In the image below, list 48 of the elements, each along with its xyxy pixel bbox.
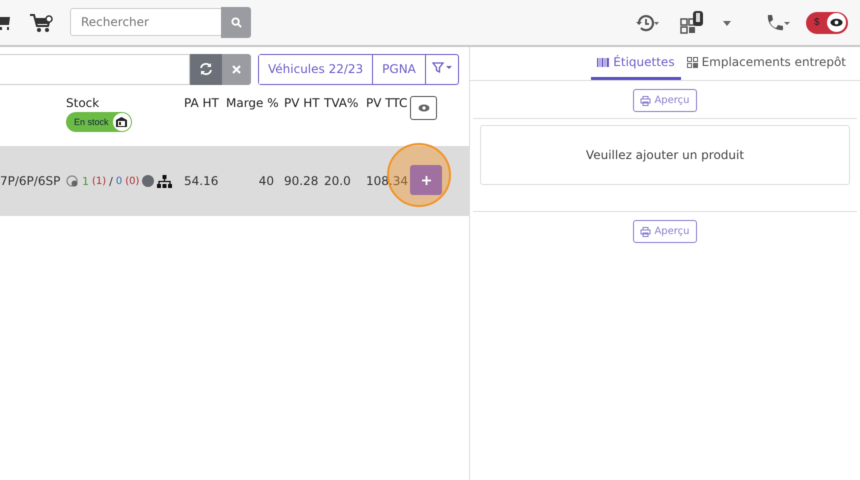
preview-button[interactable]: Aperçu bbox=[633, 89, 697, 112]
incoming-count: 0 bbox=[116, 176, 122, 186]
table-cell-text: 90.28 bbox=[284, 174, 320, 188]
column-header: PV TTC bbox=[366, 96, 408, 110]
close-icon bbox=[232, 64, 241, 74]
cart-icon[interactable] bbox=[30, 12, 54, 32]
funnel-icon bbox=[432, 62, 452, 73]
reserved-count: (1) bbox=[92, 176, 106, 186]
refresh-button[interactable] bbox=[190, 54, 222, 84]
reserved-count: (0) bbox=[125, 176, 140, 186]
price-toggle[interactable]: $ bbox=[806, 12, 848, 34]
table-cell-text: 54.16 bbox=[184, 174, 220, 188]
eye-icon bbox=[418, 104, 430, 112]
table-cell-text: 40 bbox=[258, 174, 275, 188]
printer-icon bbox=[640, 96, 652, 106]
barcode-icon bbox=[597, 58, 610, 66]
tab[interactable]: Étiquettes bbox=[591, 47, 681, 80]
search-field[interactable]: Rechercher bbox=[70, 8, 222, 36]
available-count: 1 bbox=[82, 174, 89, 188]
preview-button[interactable]: Aperçu bbox=[633, 220, 697, 243]
column-header: TVA% bbox=[324, 96, 360, 110]
refresh-icon bbox=[199, 62, 213, 76]
filter-field[interactable] bbox=[0, 54, 190, 84]
table-cell-text: 20.0 bbox=[324, 174, 352, 188]
history-icon[interactable] bbox=[634, 12, 660, 32]
separator: / bbox=[109, 174, 113, 188]
search-button[interactable] bbox=[221, 6, 251, 38]
column-header: Stock bbox=[66, 96, 100, 110]
qr-icon bbox=[686, 56, 698, 68]
column-header: PV HT bbox=[284, 96, 321, 110]
empty-message: Veuillez ajouter un produit bbox=[586, 148, 744, 162]
stock-toggle[interactable]: En stock bbox=[66, 112, 132, 132]
visibility-button[interactable] bbox=[410, 96, 437, 120]
add-button[interactable] bbox=[410, 165, 442, 195]
table-cell-text: 7P/6P/6SP bbox=[0, 174, 62, 188]
printer-icon bbox=[640, 226, 652, 236]
tab[interactable]: Emplacements entrepôt bbox=[680, 47, 852, 80]
filter-button[interactable]: Véhicules 22/23 bbox=[259, 54, 374, 84]
status-dot-icon bbox=[142, 175, 154, 187]
column-header: PA HT bbox=[184, 96, 220, 110]
warehouse-icon bbox=[116, 117, 128, 127]
eye-icon bbox=[830, 18, 843, 27]
column-header: Marge % bbox=[226, 96, 280, 110]
search-icon bbox=[230, 16, 242, 28]
hierarchy-icon bbox=[157, 174, 172, 188]
globe-icon bbox=[66, 174, 79, 188]
plus-icon bbox=[422, 176, 430, 184]
clear-button[interactable] bbox=[222, 54, 251, 84]
